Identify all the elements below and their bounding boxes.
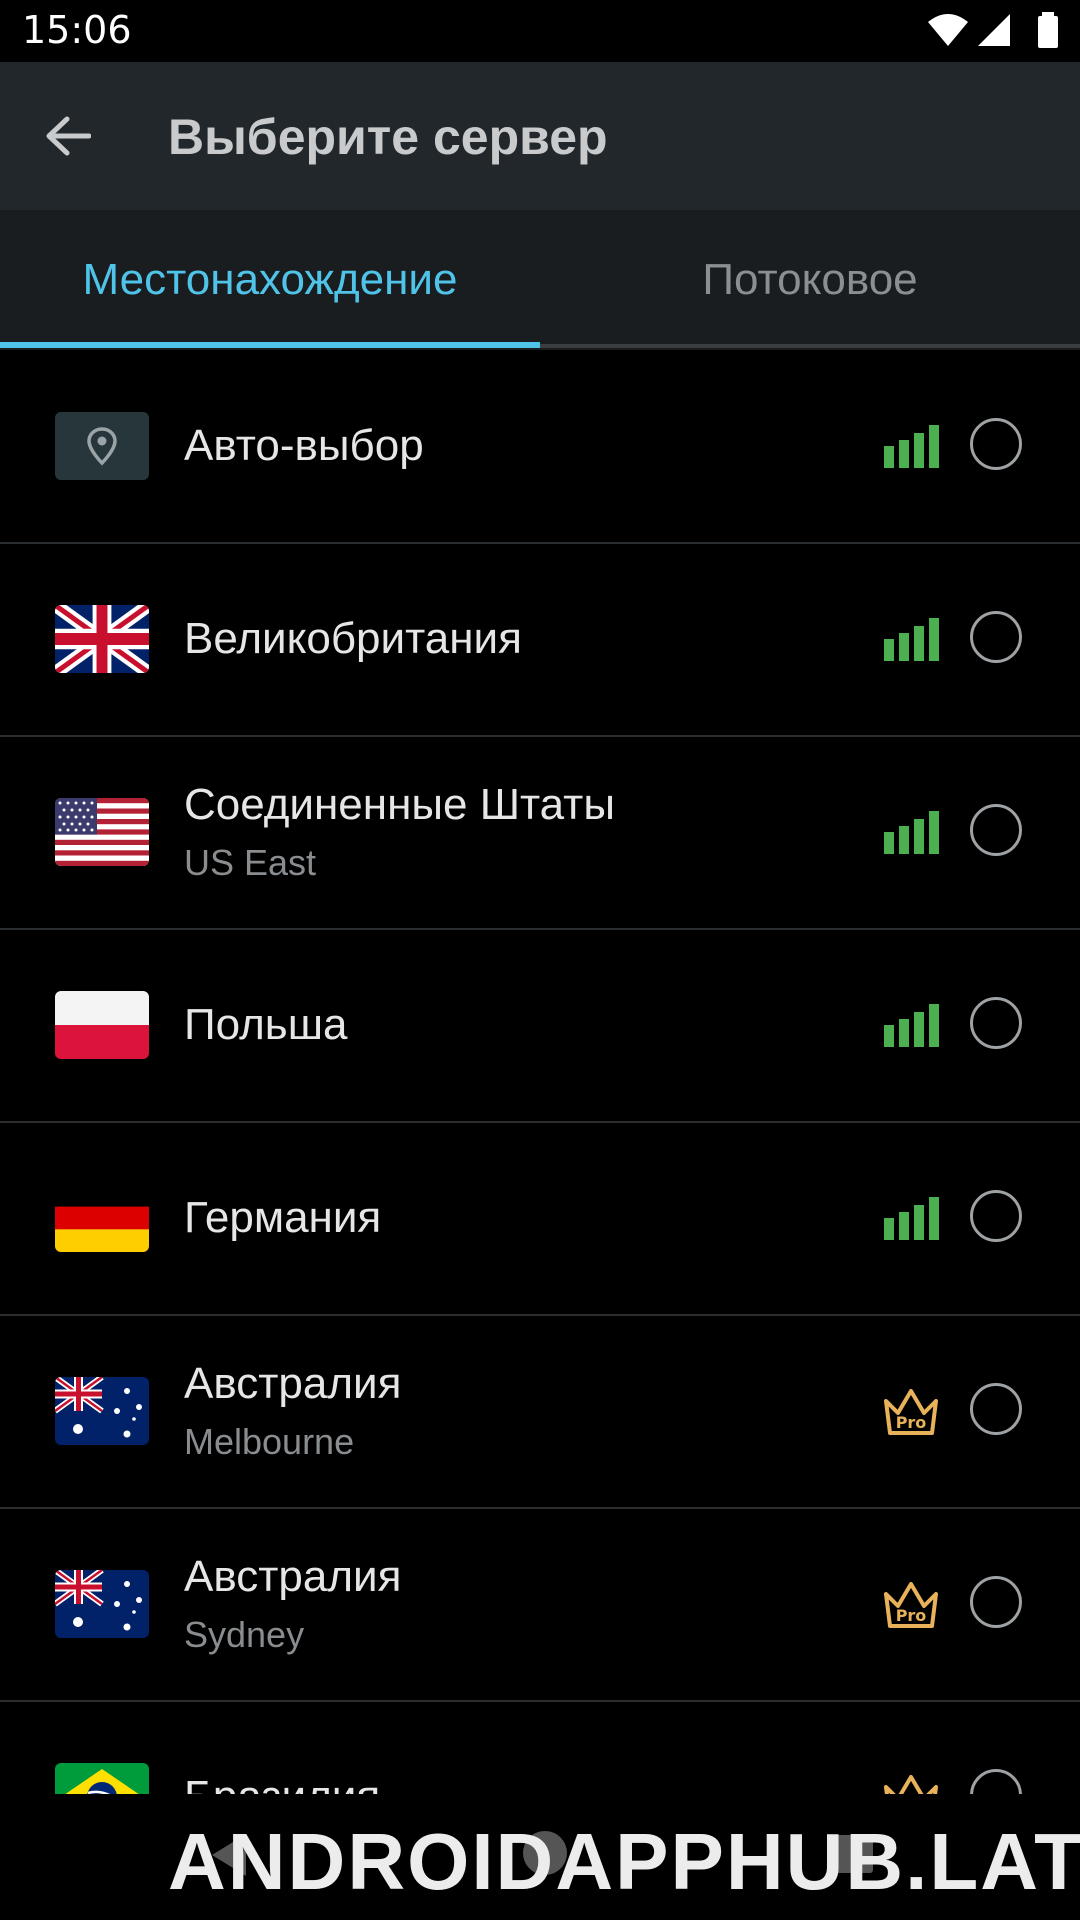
server-row-poland[interactable]: Польша: [0, 929, 1080, 1123]
battery-icon: [1038, 12, 1058, 48]
server-row-brazil[interactable]: Бразилия: [0, 1701, 1080, 1794]
page-title: Выберите сервер: [168, 109, 608, 165]
uk-flag-icon: [55, 605, 149, 673]
australia-flag-icon: [55, 1377, 149, 1445]
server-text: Авто-выбор: [184, 350, 424, 542]
signal-strength-icon: [884, 425, 939, 468]
active-tab-indicator: [0, 342, 540, 348]
server-text: Польша: [184, 929, 348, 1121]
pro-crown-icon: [884, 1775, 938, 1794]
back-button[interactable]: [30, 100, 106, 172]
signal-strength-icon: [884, 811, 939, 854]
pro-badge-label: Pro: [896, 1413, 927, 1432]
wifi-icon: [928, 14, 968, 46]
germany-flag-icon: [55, 1184, 149, 1252]
server-location: US East: [184, 842, 317, 883]
australia-flag-icon: [55, 1570, 149, 1638]
watermark: ANDROIDAPPHUB.LAT: [168, 1817, 1080, 1906]
server-row-auto[interactable]: Авто-выбор: [0, 350, 1080, 544]
signal-strength-icon: [884, 1197, 939, 1240]
pro-crown-icon: Pro: [884, 1582, 938, 1628]
server-text: Бразилия: [184, 1701, 380, 1794]
server-location: Sydney: [184, 1614, 305, 1655]
server-location: Melbourne: [184, 1421, 355, 1462]
app-bar: Выберите сервер: [0, 62, 1080, 210]
server-name: Бразилия: [184, 1770, 380, 1794]
server-name: Великобритания: [184, 614, 522, 663]
tab-bar: Местонахождение Потоковое: [0, 210, 1080, 350]
server-text: Соединенные Штаты US East: [184, 736, 615, 928]
brazil-flag-icon: [55, 1763, 149, 1794]
server-select-screen: 15:06 Выберите сервер Местонахождение По…: [0, 0, 1080, 1920]
server-name: Австралия: [184, 1552, 402, 1601]
server-radio[interactable]: [970, 611, 1022, 663]
cell-signal-icon: [978, 14, 1010, 46]
signal-strength-icon: [884, 618, 939, 661]
server-text: Германия: [184, 1122, 381, 1314]
server-radio[interactable]: [970, 418, 1022, 470]
status-time: 15:06: [22, 8, 132, 52]
server-row-australia-sydney[interactable]: Австралия Sydney Pro: [0, 1508, 1080, 1702]
pro-crown-icon: Pro: [884, 1389, 938, 1435]
status-bar: 15:06: [0, 0, 1080, 62]
server-radio[interactable]: [970, 804, 1022, 856]
server-text: Австралия Sydney: [184, 1508, 401, 1700]
server-name: Польша: [184, 1000, 348, 1049]
server-list[interactable]: Авто-выбор Великобритания Соединенные Шт…: [0, 350, 1080, 1794]
server-radio[interactable]: [970, 1769, 1022, 1794]
us-flag-icon: [55, 798, 149, 866]
location-pin-icon: [55, 412, 149, 480]
tab-location[interactable]: Местонахождение: [0, 210, 540, 350]
server-text: Австралия Melbourne: [184, 1315, 401, 1507]
tab-rail: [540, 344, 1080, 348]
signal-strength-icon: [884, 1004, 939, 1047]
server-name: Германия: [184, 1193, 382, 1242]
server-radio[interactable]: [970, 997, 1022, 1049]
server-name: Австралия: [184, 1359, 402, 1408]
server-text: Великобритания: [184, 543, 522, 735]
server-row-germany[interactable]: Германия: [0, 1122, 1080, 1316]
server-name: Соединенные Штаты: [184, 780, 615, 829]
server-name: Авто-выбор: [184, 421, 424, 470]
server-radio[interactable]: [970, 1190, 1022, 1242]
server-radio[interactable]: [970, 1383, 1022, 1435]
arrow-back-icon: [46, 116, 91, 156]
server-row-australia-melbourne[interactable]: Австралия Melbourne Pro: [0, 1315, 1080, 1509]
tab-streaming[interactable]: Потоковое: [540, 210, 1080, 350]
server-row-uk[interactable]: Великобритания: [0, 543, 1080, 737]
server-radio[interactable]: [970, 1576, 1022, 1628]
pro-badge-label: Pro: [896, 1606, 927, 1625]
server-row-us-east[interactable]: Соединенные Штаты US East: [0, 736, 1080, 930]
poland-flag-icon: [55, 991, 149, 1059]
